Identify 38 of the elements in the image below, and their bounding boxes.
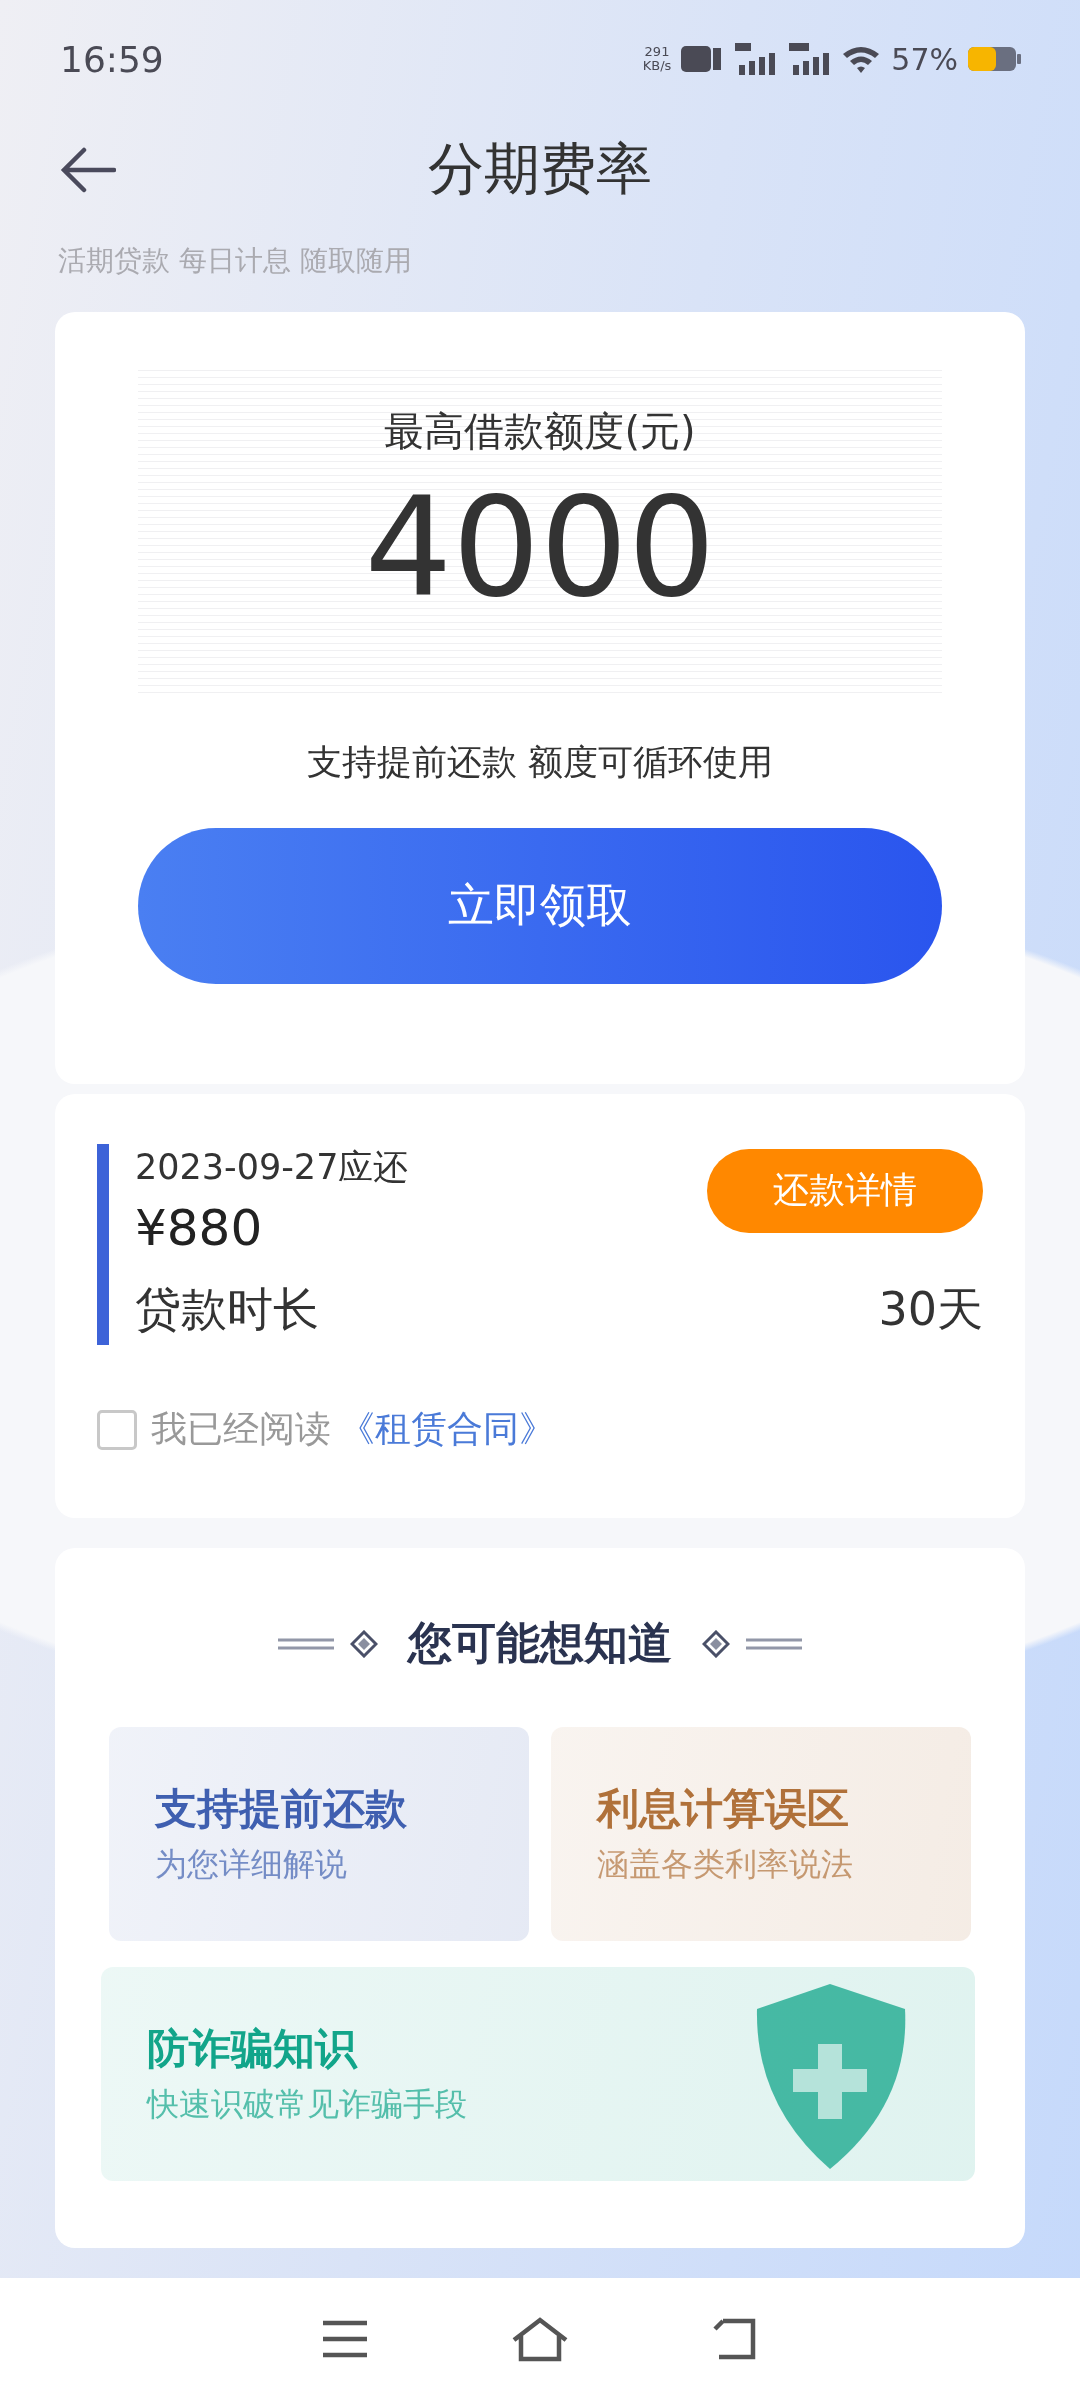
claim-button[interactable]: 立即领取 — [138, 828, 942, 984]
limit-label: 最高借款额度(元) — [384, 407, 696, 456]
diamond-icon — [350, 1629, 378, 1658]
tile-subtitle: 快速识破常见诈骗手段 — [147, 2084, 467, 2125]
page-subtitle: 活期贷款 每日计息 随取随用 — [58, 243, 413, 279]
limit-amount: 4000 — [364, 467, 716, 628]
topic-tile[interactable]: 防诈骗知识 快速识破常见诈骗手段 — [101, 1967, 975, 2181]
tile-title: 利息计算误区 — [597, 1783, 850, 1835]
agreement-text: 我已经阅读 — [151, 1407, 331, 1451]
signal-icon — [733, 43, 778, 75]
contract-link[interactable]: 《租赁合同》 — [339, 1405, 555, 1454]
limit-note: 支持提前还款 额度可循环使用 — [306, 741, 774, 784]
tile-title: 防诈骗知识 — [147, 2023, 359, 2075]
topic-tile[interactable]: 利息计算误区 涵盖各类利率说法 — [551, 1727, 971, 1941]
double-line-icon — [746, 1637, 802, 1650]
faq-title: 您可能想知道 — [408, 1616, 672, 1670]
due-date: 2023-09-27应还 — [135, 1146, 409, 1189]
diamond-icon — [702, 1629, 730, 1658]
agreement-checkbox[interactable] — [97, 1409, 137, 1450]
network-speed: 291 KB/s — [642, 45, 672, 73]
page-title: 分期费率 — [428, 135, 652, 203]
home-icon[interactable] — [511, 2316, 569, 2362]
battery-percent: 57% — [891, 41, 958, 77]
back-icon[interactable] — [60, 147, 116, 193]
tile-title: 支持提前还款 — [155, 1783, 407, 1835]
menu-icon[interactable] — [321, 2319, 369, 2359]
repayment-details-button[interactable]: 还款详情 — [707, 1148, 983, 1233]
battery-icon — [968, 45, 1022, 73]
signal-icon — [787, 43, 832, 75]
term-label: 贷款时长 — [135, 1281, 319, 1338]
tile-subtitle: 涵盖各类利率说法 — [597, 1844, 853, 1885]
double-line-icon — [278, 1637, 334, 1650]
term-value: 30天 — [878, 1281, 983, 1338]
due-amount: ¥880 — [135, 1199, 264, 1257]
topic-tile[interactable]: 支持提前还款 为您详细解说 — [109, 1727, 529, 1941]
tile-subtitle: 为您详细解说 — [155, 1844, 348, 1885]
wifi-icon — [841, 44, 882, 74]
status-time: 16:59 — [59, 38, 164, 80]
